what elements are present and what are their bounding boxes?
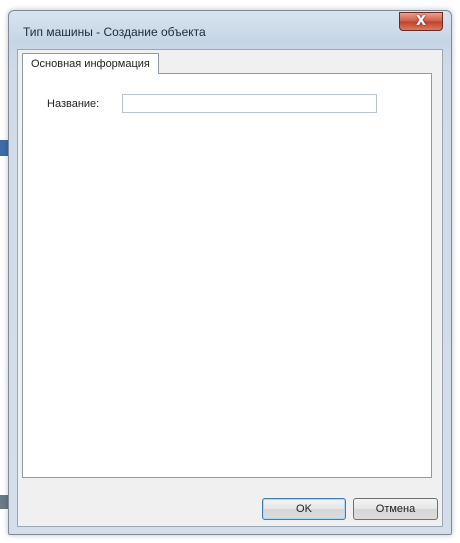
name-field-label: Название: — [47, 98, 100, 110]
tab-main-info[interactable]: Основная информация — [22, 53, 159, 74]
close-button[interactable]: X — [399, 12, 443, 31]
title-bar[interactable]: Тип машины - Создание объекта X — [9, 11, 451, 51]
background-window-edge-bottom — [0, 495, 8, 509]
name-input[interactable] — [122, 94, 377, 113]
background-window-edge — [0, 140, 8, 156]
window-title: Тип машины - Создание объекта — [23, 25, 206, 39]
cancel-button[interactable]: Отмена — [353, 498, 438, 520]
ok-button[interactable]: OK — [262, 498, 346, 520]
close-icon: X — [415, 14, 427, 29]
tab-panel-main-info — [22, 73, 432, 478]
